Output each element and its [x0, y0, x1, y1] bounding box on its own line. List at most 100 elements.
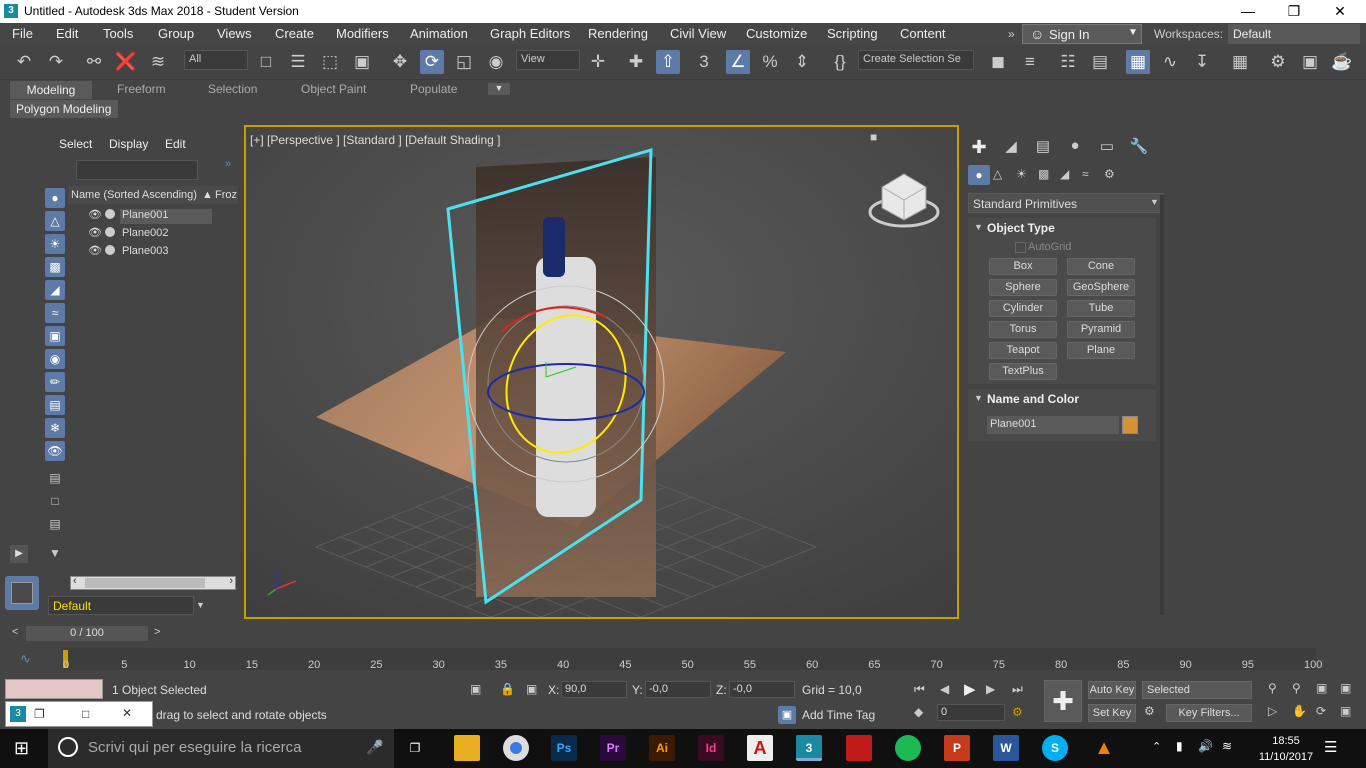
set-key-button[interactable]: Set Key: [1088, 704, 1136, 722]
window-crossing-icon[interactable]: ▣: [350, 50, 374, 74]
menu-content[interactable]: Content: [900, 26, 946, 41]
minimize-button[interactable]: —: [1225, 0, 1271, 23]
powerpoint-icon[interactable]: P: [944, 735, 970, 761]
microphone-icon[interactable]: 🎤: [366, 739, 383, 756]
display-bones-icon[interactable]: ✏: [45, 372, 65, 392]
sketchup-icon[interactable]: [846, 735, 872, 761]
pan-view-icon[interactable]: ✋: [1292, 704, 1307, 718]
expand-panel-icon[interactable]: ▶: [10, 545, 28, 563]
auto-key-button[interactable]: Auto Key: [1088, 681, 1136, 699]
taskbar-search-input[interactable]: Scrivi qui per eseguire la ricerca: [48, 729, 394, 768]
lights-icon[interactable]: ☀: [1016, 167, 1027, 181]
sphere-button[interactable]: Sphere: [989, 279, 1057, 296]
rollout-collapse-icon[interactable]: ▼: [974, 222, 983, 232]
geometry-icon[interactable]: ●: [968, 165, 990, 185]
vlc-icon[interactable]: ▲: [1091, 735, 1117, 761]
render-dot-icon[interactable]: [105, 245, 115, 255]
maximize-icon[interactable]: □: [82, 707, 89, 721]
set-key-big-icon[interactable]: ✚: [1044, 680, 1082, 722]
display-hidden-icon[interactable]: 👁: [45, 441, 65, 461]
torus-button[interactable]: Torus: [989, 321, 1057, 338]
display-spacewarps-icon[interactable]: ≈: [45, 303, 65, 323]
selection-lock-icon[interactable]: 🔒: [500, 682, 515, 696]
layer-dropdown[interactable]: Default: [48, 596, 194, 615]
layer-explorer-icon[interactable]: ▤: [1088, 50, 1112, 74]
battery-icon[interactable]: ▮: [1176, 739, 1183, 753]
y-coordinate-input[interactable]: -0,0: [645, 681, 711, 698]
hierarchy-tab-icon[interactable]: ▤: [1032, 137, 1054, 159]
restore-icon[interactable]: ❐: [34, 707, 45, 721]
rectangle-selection-icon[interactable]: ⬚: [318, 50, 342, 74]
box-button[interactable]: Box: [989, 258, 1057, 275]
scene-explorer-toggle-icon[interactable]: ☷: [1056, 50, 1080, 74]
3dsmax-taskbar-icon[interactable]: 3: [796, 735, 822, 761]
go-to-start-icon[interactable]: ⏮: [914, 682, 925, 697]
cone-button[interactable]: Cone: [1067, 258, 1135, 275]
visibility-eye-icon[interactable]: 👁: [88, 226, 102, 239]
cameras-icon[interactable]: ▩: [1038, 167, 1049, 181]
keyboard-shortcut-icon[interactable]: ⇧: [656, 50, 680, 74]
isolate-selection-icon[interactable]: ▣: [470, 682, 481, 696]
orbit-icon[interactable]: ⟳: [1316, 704, 1326, 718]
select-by-name-icon[interactable]: ☰: [286, 50, 310, 74]
utilities-tab-icon[interactable]: 🔧: [1128, 137, 1150, 159]
cylinder-button[interactable]: Cylinder: [989, 300, 1057, 317]
indesign-icon[interactable]: Id: [698, 735, 724, 761]
display-lights-icon[interactable]: ☀: [45, 234, 65, 254]
zoom-all-icon[interactable]: ⚲: [1292, 681, 1301, 695]
display-cameras-icon[interactable]: ▩: [45, 257, 65, 277]
tray-up-icon[interactable]: ⌃: [1152, 740, 1161, 753]
rollout-collapse-icon[interactable]: ▼: [974, 393, 983, 403]
close-button[interactable]: ✕: [1317, 0, 1363, 23]
display-shapes-icon[interactable]: △: [45, 211, 65, 231]
object-type-title[interactable]: Object Type: [987, 221, 1055, 235]
geosphere-button[interactable]: GeoSphere: [1067, 279, 1135, 296]
command-panel-scrollbar[interactable]: [1160, 195, 1164, 615]
schematic-view-icon[interactable]: ▦: [1228, 50, 1252, 74]
spotify-icon[interactable]: [895, 735, 921, 761]
move-icon[interactable]: ✥: [388, 50, 412, 74]
ribbon-tab-freeform[interactable]: Freeform: [117, 82, 166, 99]
object-name-input[interactable]: Plane001: [987, 416, 1119, 434]
display-tab-icon[interactable]: ▭: [1096, 137, 1118, 159]
display-invert-icon[interactable]: ▤: [48, 517, 62, 533]
create-selection-icon[interactable]: ●: [45, 188, 65, 208]
restore-button[interactable]: ❐: [1271, 0, 1317, 23]
scene-menu-edit[interactable]: Edit: [165, 137, 186, 151]
display-containers-icon[interactable]: ▤: [45, 395, 65, 415]
absolute-mode-icon[interactable]: ▣: [526, 682, 537, 696]
display-all-icon[interactable]: ▤: [48, 471, 62, 487]
object-color-swatch[interactable]: [1122, 416, 1138, 434]
key-mode-icon[interactable]: ◆: [914, 705, 923, 719]
scale-icon[interactable]: ◱: [452, 50, 476, 74]
align-icon[interactable]: ≡: [1018, 50, 1042, 74]
shapes-icon[interactable]: △: [993, 167, 1002, 181]
add-time-tag-button[interactable]: Add Time Tag: [802, 708, 875, 722]
time-next-icon[interactable]: >: [154, 626, 160, 638]
network-icon[interactable]: ≋: [1222, 739, 1232, 753]
menu-views[interactable]: Views: [217, 26, 251, 41]
display-frozen-icon[interactable]: ❄: [45, 418, 65, 438]
key-filters-icon[interactable]: ⚙: [1144, 704, 1155, 718]
named-selection-dropdown[interactable]: Create Selection Se: [858, 50, 974, 70]
play-icon[interactable]: ▶: [964, 680, 976, 698]
percent-snap-icon[interactable]: %: [758, 50, 782, 74]
textplus-button[interactable]: TextPlus: [989, 363, 1057, 380]
toggle-ribbon-icon[interactable]: ▦: [1126, 50, 1150, 74]
maxscript-listener[interactable]: [5, 679, 103, 699]
time-tag-icon[interactable]: ▣: [778, 706, 796, 724]
place-icon[interactable]: ◉: [484, 50, 508, 74]
rendered-frame-icon[interactable]: ▣: [1298, 50, 1322, 74]
menu-animation[interactable]: Animation: [410, 26, 468, 41]
perspective-viewport[interactable]: ■ [+] [Perspective ] [Standard ] [Defaul…: [244, 125, 959, 619]
zoom-icon[interactable]: ⚲: [1268, 681, 1277, 695]
display-helpers-icon[interactable]: ◢: [45, 280, 65, 300]
create-tab-icon[interactable]: ✚: [968, 137, 990, 159]
illustrator-icon[interactable]: Ai: [649, 735, 675, 761]
snaps-toggle-icon[interactable]: 3: [692, 50, 716, 74]
previous-frame-icon[interactable]: ◀: [940, 682, 949, 696]
teapot-button[interactable]: Teapot: [989, 342, 1057, 359]
premiere-icon[interactable]: Pr: [600, 735, 626, 761]
z-coordinate-input[interactable]: -0,0: [729, 681, 795, 698]
render-icon[interactable]: ☕: [1330, 50, 1354, 74]
